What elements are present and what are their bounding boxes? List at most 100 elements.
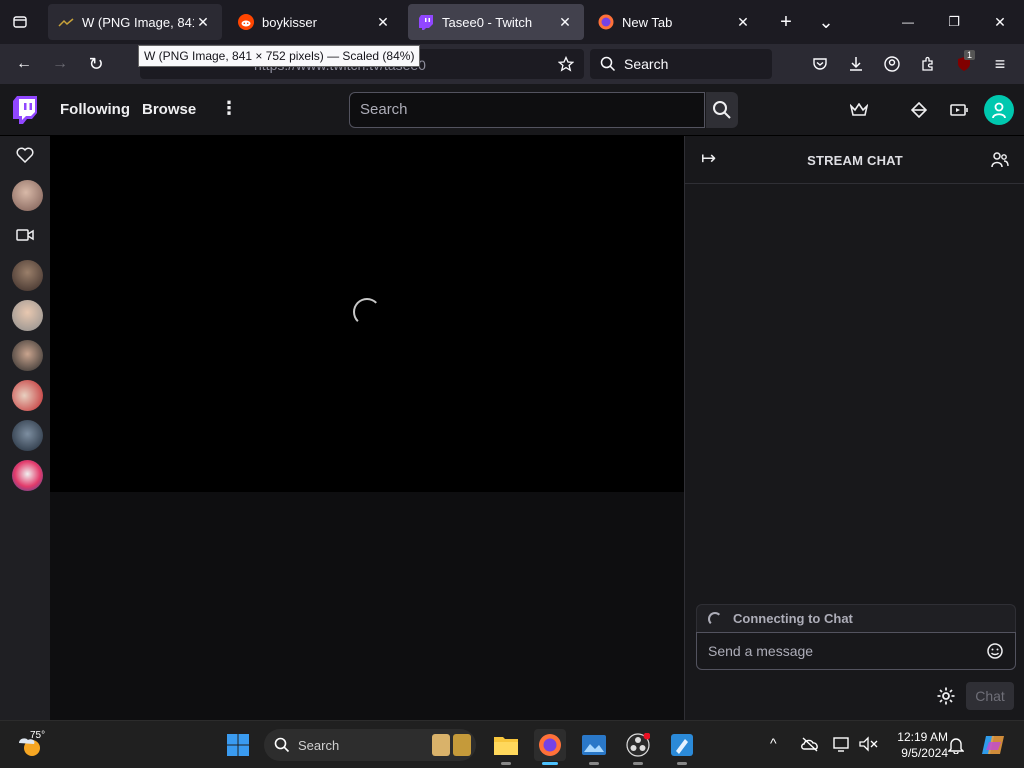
folder-icon [494,737,518,755]
twitch-logo-icon[interactable] [12,96,38,124]
bookmark-star-icon[interactable] [550,48,582,80]
system-clock[interactable]: 12:19 AM 9/5/2024 [884,729,948,761]
obs-taskbar-button[interactable] [622,729,654,765]
pocket-icon[interactable] [804,48,836,80]
tab-twitch[interactable]: Tasee0 - Twitch ✕ [408,4,584,40]
browser-tab-bar: W (PNG Image, 841 × ✕ boykisser ✕ Tasee0… [0,0,1024,44]
more-menu-button[interactable]: ⋮ [220,98,238,119]
chat-settings-gear-icon[interactable] [936,686,956,706]
firefox-icon [539,734,561,756]
file-explorer-taskbar-button[interactable] [490,729,522,765]
user-avatar-icon[interactable] [984,95,1014,125]
stream-chat-panel: ↦ STREAM CHAT Connecting to Chat Send a … [684,136,1024,720]
active-indicator [542,762,558,765]
weather-temp: 75° [30,730,46,741]
clock-date: 9/5/2024 [901,746,948,760]
channel-avatar[interactable] [12,260,43,291]
firefox-view-icon[interactable] [4,6,36,38]
browser-search-bar[interactable]: Search [590,49,772,79]
close-icon[interactable]: ✕ [734,14,752,31]
twitch-search-button[interactable] [706,92,738,128]
notification-bell-icon[interactable] [947,736,966,755]
copilot-icon[interactable] [980,732,1006,758]
minimize-button[interactable]: — [892,6,924,38]
channel-avatar[interactable] [12,380,43,411]
nav-browse[interactable]: Browse [142,101,196,118]
downloads-icon[interactable] [840,48,872,80]
tab-boykisser[interactable]: boykisser ✕ [228,4,402,40]
obs-icon [626,733,650,757]
chat-header: ↦ STREAM CHAT [685,136,1024,184]
ublock-icon[interactable]: 1 [948,48,980,80]
chat-message-input[interactable]: Send a message [696,632,1016,670]
back-button[interactable]: ← [8,48,40,80]
diamond-icon[interactable] [907,98,931,122]
forward-button[interactable]: → [44,48,76,80]
search-icon [713,101,731,119]
channel-avatar[interactable] [12,420,43,451]
image-icon [58,14,74,30]
start-button[interactable] [222,729,254,761]
loading-spinner-icon [708,612,722,626]
emote-picker-icon[interactable] [986,642,1004,660]
paint-taskbar-button[interactable] [666,729,698,765]
community-users-icon[interactable] [991,151,1009,169]
tab-title: boykisser [262,14,317,30]
heart-icon[interactable] [13,143,37,167]
channel-avatar[interactable] [12,460,43,491]
chat-send-button[interactable]: Chat [966,682,1014,710]
tab-tooltip: W (PNG Image, 841 × 752 pixels) — Scaled… [138,45,421,67]
tab-title: Tasee0 - Twitch [442,14,533,30]
restore-button[interactable]: ❐ [938,6,970,38]
extension-badge: 1 [964,50,976,60]
firefox-icon [598,14,614,30]
channel-avatar[interactable] [12,340,43,371]
display-icon[interactable] [832,736,852,754]
menu-button[interactable]: ≡ [984,48,1016,80]
twitch-search-input[interactable]: Search [349,92,705,128]
clock-time: 12:19 AM [897,730,948,744]
close-icon[interactable]: ✕ [194,14,212,31]
windows-logo-icon [227,734,249,756]
window-close-button[interactable]: ✕ [984,6,1016,38]
tab-png-image[interactable]: W (PNG Image, 841 × ✕ [48,4,222,40]
search-placeholder: Search [624,56,669,72]
running-indicator [633,762,643,765]
new-tab-button[interactable]: + [770,6,802,38]
tray-overflow-chevron[interactable]: ^ [770,735,777,751]
connecting-text: Connecting to Chat [733,611,853,626]
bits-icon[interactable] [947,98,971,122]
channel-avatar[interactable] [12,300,43,331]
windows-taskbar: 75° Search ^ 12:19 AM 9/5/2024 [0,720,1024,768]
close-icon[interactable]: ✕ [556,14,574,31]
tab-title: New Tab [622,14,673,30]
reddit-icon [238,14,254,30]
channel-avatar[interactable] [12,180,43,211]
nav-following[interactable]: Following [60,101,130,118]
network-volume-icon[interactable] [858,736,878,754]
account-icon[interactable] [876,48,908,80]
channel-info-area [50,492,684,720]
close-icon[interactable]: ✕ [374,14,392,31]
connecting-status: Connecting to Chat [696,604,1016,632]
chat-title: STREAM CHAT [807,153,903,168]
taskbar-search-placeholder: Search [298,737,340,753]
list-tabs-button[interactable]: ⌄ [810,6,842,38]
tab-title: W (PNG Image, 841 × [82,14,194,30]
search-icon [274,737,290,753]
firefox-taskbar-button[interactable] [534,729,566,765]
search-icon [600,56,616,72]
video-camera-icon[interactable] [13,223,37,247]
onedrive-offline-icon[interactable] [800,736,820,754]
running-indicator [501,762,511,765]
photos-icon [582,735,606,755]
photos-taskbar-button[interactable] [578,729,610,765]
search-highlight-icon [453,734,471,756]
weather-widget[interactable]: 75° [16,729,46,759]
crown-icon[interactable] [847,98,871,122]
tab-new-tab[interactable]: New Tab ✕ [588,4,762,40]
followed-channels-sidebar [0,136,50,720]
extensions-icon[interactable] [912,48,944,80]
reload-button[interactable]: ↻ [80,48,112,80]
taskbar-search-box[interactable]: Search [264,729,476,761]
